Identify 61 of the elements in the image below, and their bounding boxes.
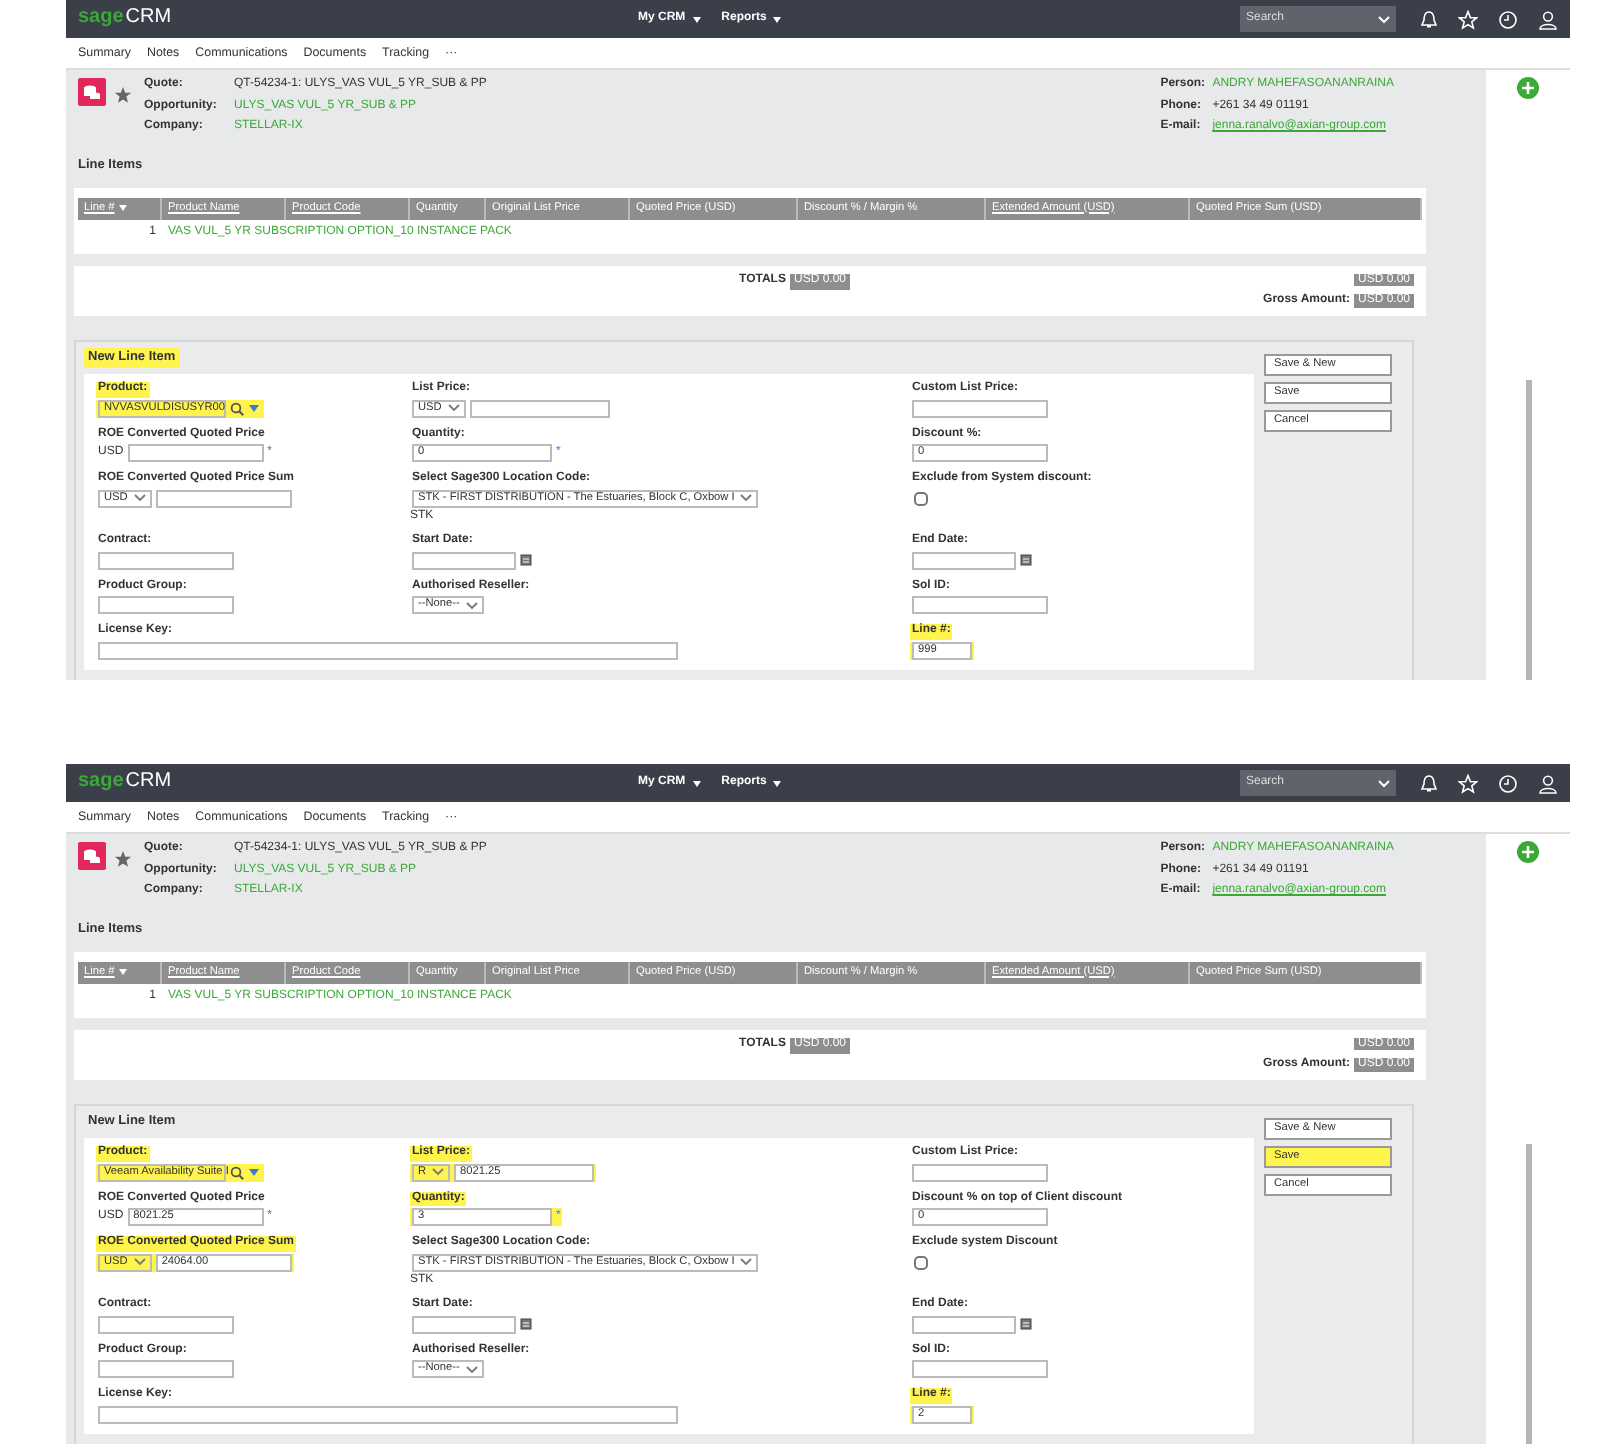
checkbox[interactable] (914, 491, 928, 506)
chevron-icon (1378, 15, 1390, 23)
chevron-icon (740, 1258, 753, 1267)
search-icon[interactable] (230, 401, 244, 416)
calendar-icon[interactable] (520, 554, 532, 567)
input-field[interactable] (98, 1315, 234, 1334)
star-icon[interactable] (114, 850, 132, 868)
product-name: CRM (125, 6, 172, 32)
input-field[interactable] (98, 641, 678, 660)
add-icon[interactable] (1516, 840, 1540, 864)
caret-icon (118, 204, 129, 213)
user-icon[interactable] (1538, 9, 1558, 29)
caret-icon (691, 15, 702, 23)
logo-text: sage (78, 6, 124, 32)
star-icon[interactable] (1458, 773, 1478, 793)
checkbox[interactable] (914, 1255, 928, 1270)
input-field[interactable] (912, 551, 1016, 570)
search-icon[interactable] (230, 1165, 244, 1180)
bell-icon[interactable] (1420, 9, 1438, 29)
dropdown-triangle-icon[interactable] (248, 403, 262, 414)
input-field[interactable] (98, 596, 234, 615)
dropdown-triangle-icon[interactable] (248, 1167, 262, 1178)
input-field[interactable] (98, 1405, 678, 1424)
caret-icon (691, 779, 702, 787)
input-field[interactable] (912, 1315, 1016, 1334)
input-field[interactable] (412, 1315, 516, 1334)
chevron-icon (133, 1258, 146, 1267)
input-field[interactable] (155, 489, 292, 508)
user-icon[interactable] (1538, 773, 1558, 793)
star-icon[interactable] (1458, 9, 1478, 29)
input-field[interactable] (98, 1360, 234, 1379)
clock-icon[interactable] (1498, 9, 1518, 29)
chevron-icon (133, 494, 146, 503)
chevron-icon (447, 404, 460, 413)
input-field[interactable] (98, 551, 234, 570)
add-icon[interactable] (1516, 76, 1540, 100)
product-name: CRM (125, 770, 172, 796)
calendar-icon[interactable] (1020, 1318, 1032, 1331)
input-field[interactable] (412, 551, 516, 570)
input-field[interactable] (127, 444, 264, 463)
star-icon[interactable] (114, 86, 132, 104)
scrollbar[interactable] (1525, 380, 1531, 680)
input-field[interactable] (912, 1163, 1048, 1182)
caret-icon (772, 15, 783, 23)
calendar-icon[interactable] (520, 1318, 532, 1331)
bell-icon[interactable] (1420, 773, 1438, 793)
chevron-icon (1378, 779, 1390, 787)
input-field[interactable] (912, 399, 1048, 418)
chevron-icon (432, 1168, 445, 1177)
logo-text: sage (78, 770, 124, 796)
input-field[interactable] (912, 596, 1048, 615)
caret-icon (772, 779, 783, 787)
input-field[interactable] (912, 1360, 1048, 1379)
clock-icon[interactable] (1498, 773, 1518, 793)
chevron-icon (740, 494, 753, 503)
chevron-icon (465, 601, 478, 610)
caret-icon (118, 968, 129, 977)
scrollbar[interactable] (1525, 1144, 1531, 1444)
calendar-icon[interactable] (1020, 554, 1032, 567)
input-field[interactable] (469, 399, 610, 418)
chevron-icon (465, 1365, 478, 1374)
